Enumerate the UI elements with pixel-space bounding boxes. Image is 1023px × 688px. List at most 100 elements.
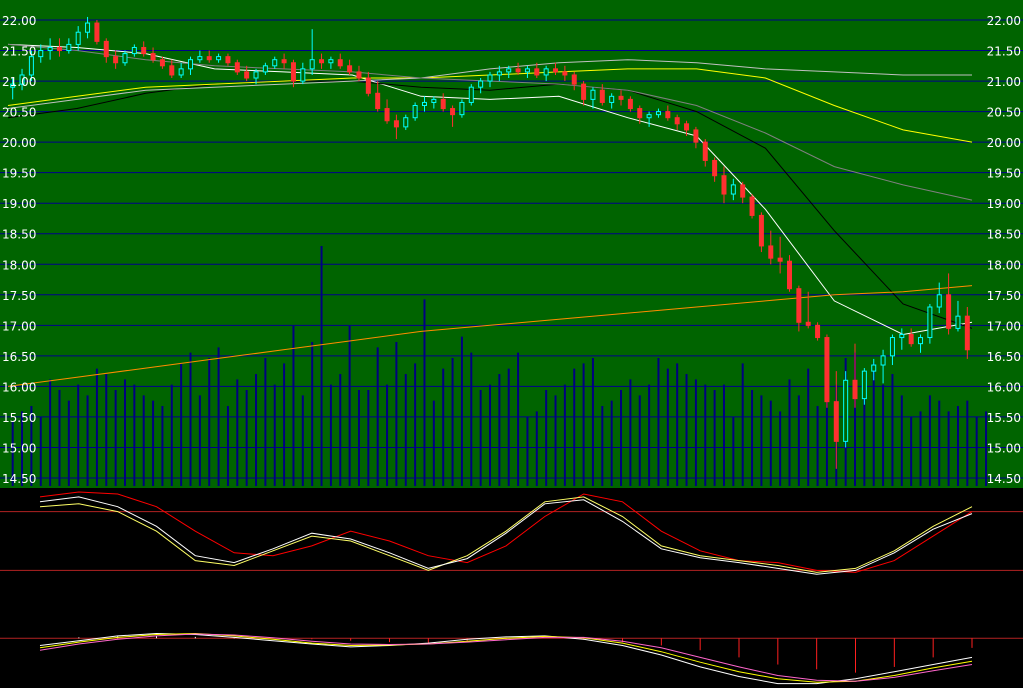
y-tick-label-right: 21.50 bbox=[987, 45, 1021, 59]
candle-body bbox=[365, 77, 371, 94]
candle-body bbox=[796, 288, 802, 323]
y-tick-label-right: 20.00 bbox=[987, 136, 1021, 150]
candle bbox=[94, 20, 100, 45]
y-tick-label-left: 18.00 bbox=[2, 258, 36, 272]
candle-body bbox=[178, 68, 184, 76]
candle-body bbox=[28, 56, 34, 76]
candle-body bbox=[918, 337, 924, 345]
candle-body bbox=[459, 101, 465, 116]
candle-body bbox=[468, 86, 474, 103]
candle bbox=[412, 102, 418, 121]
candle-body bbox=[712, 159, 718, 177]
candle-body bbox=[889, 337, 895, 357]
candle bbox=[815, 322, 821, 341]
y-tick-label-left: 17.50 bbox=[2, 289, 36, 303]
candle-body bbox=[899, 333, 905, 339]
candle-body bbox=[337, 59, 343, 67]
candle-body bbox=[515, 68, 521, 73]
candle-body bbox=[946, 294, 952, 329]
candle bbox=[824, 334, 830, 408]
candle-body bbox=[646, 114, 652, 119]
y-tick-label-left: 21.00 bbox=[2, 75, 36, 89]
y-tick-label-right: 15.00 bbox=[987, 441, 1021, 455]
candle bbox=[927, 303, 933, 344]
y-tick-label-right: 16.00 bbox=[987, 380, 1021, 394]
candle-body bbox=[730, 184, 736, 195]
candle-body bbox=[356, 71, 362, 79]
candle-body bbox=[131, 46, 137, 55]
candle-body bbox=[833, 401, 839, 442]
candle-body bbox=[721, 175, 727, 195]
y-tick-label-left: 18.50 bbox=[2, 228, 36, 242]
candle-body bbox=[122, 53, 128, 64]
stock-chart: 22.00 22.00 21.50 21.50 21.00 21.00 20.50 20.50… bbox=[0, 0, 1023, 688]
y-tick-label-right: 17.00 bbox=[987, 319, 1021, 333]
candle-body bbox=[871, 364, 877, 372]
candle-body bbox=[908, 333, 914, 345]
candle-body bbox=[113, 56, 119, 64]
candle-body bbox=[562, 71, 568, 76]
candle-body bbox=[805, 321, 811, 326]
y-tick-label-left: 22.00 bbox=[2, 14, 36, 28]
y-tick-label-right: 14.50 bbox=[987, 472, 1021, 486]
candle-body bbox=[524, 68, 530, 73]
candle-body bbox=[824, 337, 830, 403]
candle-body bbox=[618, 95, 624, 100]
candle-body bbox=[553, 68, 559, 73]
candle-body bbox=[684, 123, 690, 131]
candle-body bbox=[440, 98, 446, 110]
candle-body bbox=[749, 196, 755, 216]
candle-body bbox=[431, 98, 437, 103]
candle-body bbox=[197, 56, 203, 61]
candle bbox=[843, 371, 849, 448]
y-tick-label-left: 21.50 bbox=[2, 45, 36, 59]
candle-body bbox=[758, 214, 764, 247]
candle-body bbox=[506, 68, 512, 73]
candle-body bbox=[188, 59, 194, 70]
y-tick-label-right: 20.50 bbox=[987, 106, 1021, 120]
candle-body bbox=[421, 101, 427, 106]
y-tick-label-left: 20.50 bbox=[2, 106, 36, 120]
candle-body bbox=[702, 141, 708, 161]
candle-body bbox=[169, 65, 175, 76]
y-tick-label-left: 16.00 bbox=[2, 380, 36, 394]
candle-body bbox=[581, 83, 587, 100]
candle-body bbox=[543, 68, 549, 76]
candle-body bbox=[347, 65, 353, 73]
candle-body bbox=[66, 43, 72, 52]
candle-body bbox=[47, 46, 53, 52]
y-tick-label-left: 17.00 bbox=[2, 319, 36, 333]
candle-body bbox=[487, 74, 493, 82]
candle-body bbox=[94, 22, 100, 42]
candle-body bbox=[496, 71, 502, 76]
candle-body bbox=[936, 294, 942, 308]
candle-body bbox=[38, 50, 44, 58]
candle-body bbox=[103, 40, 109, 58]
candle-body bbox=[740, 184, 746, 198]
y-tick-label-left: 14.50 bbox=[2, 472, 36, 486]
candle-body bbox=[206, 56, 212, 61]
candle-body bbox=[571, 74, 577, 85]
candle-body bbox=[281, 59, 287, 64]
candle-body bbox=[150, 53, 156, 61]
candle-body bbox=[786, 260, 792, 290]
oscillator-panel-background bbox=[0, 488, 1023, 688]
candle-body bbox=[609, 95, 615, 103]
candle-body bbox=[674, 117, 680, 125]
y-tick-label-right: 18.00 bbox=[987, 258, 1021, 272]
candle-body bbox=[328, 59, 334, 64]
candle-body bbox=[375, 92, 381, 110]
candle-body bbox=[159, 59, 165, 67]
y-tick-label-right: 22.00 bbox=[987, 14, 1021, 28]
candle bbox=[758, 212, 764, 253]
candle-body bbox=[478, 80, 484, 88]
candle-body bbox=[880, 355, 886, 366]
candle bbox=[459, 99, 465, 118]
candle-body bbox=[141, 46, 147, 55]
candle-body bbox=[655, 111, 661, 116]
candle-body bbox=[665, 111, 671, 119]
candle bbox=[468, 84, 474, 106]
candle bbox=[749, 194, 755, 219]
candle-body bbox=[693, 129, 699, 143]
candle-body bbox=[412, 104, 418, 119]
